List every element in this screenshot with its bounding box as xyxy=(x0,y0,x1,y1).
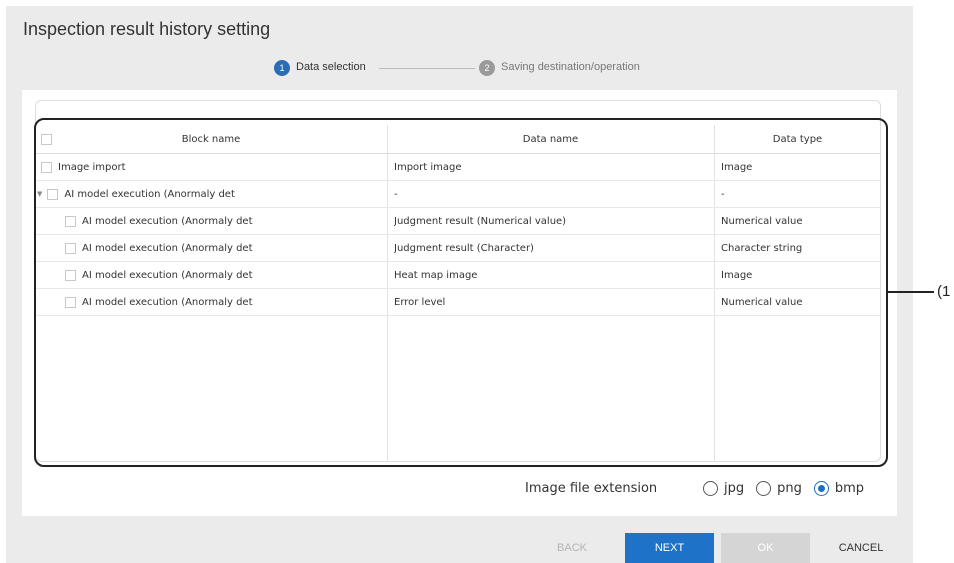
callout-label: (1 xyxy=(937,283,951,300)
callout-highlight-frame xyxy=(34,118,888,467)
dialog-title: Inspection result history setting xyxy=(23,19,271,39)
radio-jpg[interactable]: jpg xyxy=(703,480,744,496)
back-button[interactable]: BACK xyxy=(536,533,608,563)
image-extension-radio-group: jpg png bmp xyxy=(703,478,876,498)
step-1-number: 1 xyxy=(274,60,290,76)
next-button[interactable]: NEXT xyxy=(625,533,714,563)
callout-leader-line xyxy=(888,291,934,293)
stepper: 1 Data selection 2 Saving destination/op… xyxy=(6,58,913,80)
ok-button[interactable]: OK xyxy=(721,533,810,563)
radio-bmp[interactable]: bmp xyxy=(813,480,864,496)
radio-png[interactable]: png xyxy=(756,480,802,496)
step-2-number: 2 xyxy=(479,60,495,76)
radio-button-icon[interactable] xyxy=(756,480,772,496)
image-extension-label: Image file extension xyxy=(525,480,658,496)
radio-button-icon[interactable] xyxy=(703,480,718,496)
step-1-label: Data selection xyxy=(296,61,366,73)
step-2-label: Saving destination/operation xyxy=(501,61,640,73)
cancel-button[interactable]: CANCEL xyxy=(826,533,896,563)
step-connector xyxy=(379,68,475,69)
radio-button-checked-icon[interactable] xyxy=(813,480,829,496)
